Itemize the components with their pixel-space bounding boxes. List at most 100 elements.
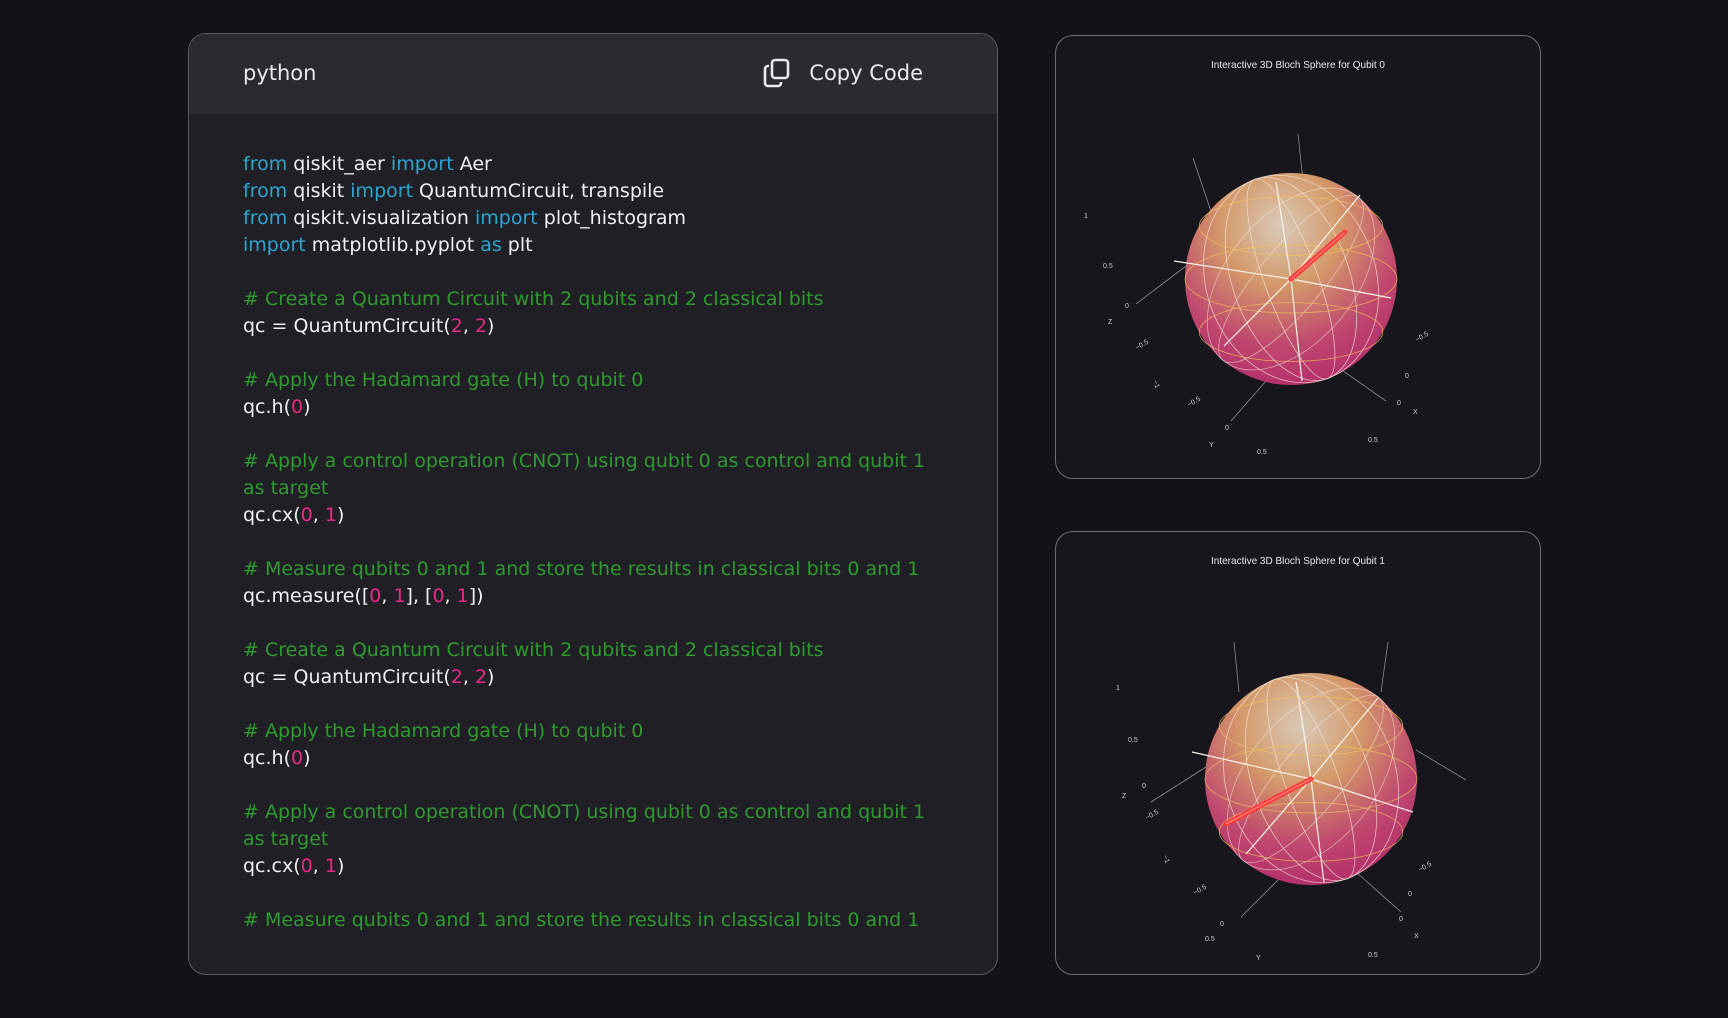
code-comment: # Measure qubits 0 and 1 and store the r… [243, 558, 920, 580]
code-text: ) [487, 666, 495, 688]
tick-label: 0 [1142, 783, 1146, 790]
axis-line [1150, 766, 1207, 803]
tick-label: 0.5 [1368, 437, 1378, 444]
code-number: 0 [432, 585, 445, 607]
code-number: 0 [369, 585, 382, 607]
code-text: qc = QuantumCircuit( [243, 666, 451, 688]
tick-label: 0 [1225, 425, 1229, 432]
axis-line [1380, 641, 1389, 693]
tick-label: −1 [1151, 379, 1160, 389]
code-text: , [462, 315, 475, 337]
tick-label: −1 [1161, 854, 1170, 864]
code-keyword: import [390, 153, 454, 175]
code-line: qc.measure([0, 1], [0, 1]) [243, 583, 933, 610]
code-comment: # Apply the Hadamard gate (H) to qubit 0 [243, 720, 644, 742]
code-number: 2 [474, 666, 488, 688]
code-line: # Apply a control operation (CNOT) using… [243, 799, 933, 853]
tick-label: 0.5 [1103, 263, 1113, 270]
code-text: Aer [453, 153, 492, 175]
tick-label: 1 [1116, 685, 1120, 692]
code-text: qiskit [287, 180, 351, 202]
code-number: 2 [474, 315, 488, 337]
tick-label: 0.5 [1368, 952, 1378, 959]
tick-label: −0.5 [1187, 396, 1203, 409]
code-line: # Create a Quantum Circuit with 2 qubits… [243, 637, 933, 664]
code-keyword: as [480, 234, 502, 256]
code-text: plt [501, 234, 533, 256]
copy-code-button[interactable]: Copy Code [763, 58, 923, 88]
axis-line [1415, 749, 1467, 781]
code-number: 2 [450, 666, 463, 688]
tick-label: −0.5 [1145, 809, 1161, 822]
code-text: qc.cx( [243, 504, 301, 526]
code-line: from qiskit import QuantumCircuit, trans… [243, 178, 933, 205]
code-text: qc.cx( [243, 855, 301, 877]
tick-label: X [1414, 933, 1419, 940]
code-keyword: import [243, 234, 306, 256]
code-keyword: from [243, 207, 288, 229]
code-line: # Apply the Hadamard gate (H) to qubit 0 [243, 367, 933, 394]
bloch-sphere-plot[interactable]: 1 0.5 0 Z −0.5 −1 −0.5 0 0.5 Y 0 0.5 X 0 −0.5 [1056, 532, 1541, 975]
code-number: 1 [324, 855, 337, 877]
tick-label: 0 [1220, 921, 1224, 928]
tick-label: 0 [1408, 891, 1412, 898]
tick-label: 0 [1399, 916, 1403, 923]
code-body[interactable]: from qiskit_aer import Aer from qiskit im… [189, 114, 933, 934]
code-text: ) [336, 855, 345, 877]
code-line: qc.h(0) [243, 745, 933, 772]
tick-label: Z [1122, 793, 1127, 800]
code-line: # Apply the Hadamard gate (H) to qubit 0 [243, 718, 933, 745]
code-text: QuantumCircuit, transpile [413, 180, 665, 202]
code-line: qc.h(0) [243, 394, 933, 421]
code-line: # Apply a control operation (CNOT) using… [243, 448, 933, 502]
code-line: qc.cx(0, 1) [243, 502, 933, 529]
code-line: from qiskit.visualization import plot_hi… [243, 205, 933, 232]
tick-label: 0.5 [1257, 449, 1267, 456]
tick-label: −0.5 [1415, 331, 1431, 344]
code-text: ]) [468, 585, 484, 607]
axis-line [1240, 876, 1282, 918]
code-comment: # Create a Quantum Circuit with 2 qubits… [243, 288, 824, 310]
code-text: ) [487, 315, 495, 337]
code-text: ) [336, 504, 345, 526]
bloch-sphere-card-qubit-1[interactable]: Interactive 3D Bloch Sphere for Qubit 1 … [1055, 531, 1541, 975]
copy-icon [763, 58, 791, 88]
code-line: qc = QuantumCircuit(2, 2) [243, 664, 933, 691]
code-text: , [444, 585, 457, 607]
tick-label: −0.5 [1135, 339, 1151, 352]
code-number: 1 [393, 585, 406, 607]
bloch-sphere-plot[interactable]: 1 0.5 0 Z −0.5 −1 −0.5 0 0.5 Y 0 0.5 X 0 −0.5 [1056, 36, 1541, 479]
code-text: ], [ [405, 585, 433, 607]
code-text: , [381, 585, 394, 607]
bloch-sphere-card-qubit-0[interactable]: Interactive 3D Bloch Sphere for Qubit 0 … [1055, 35, 1541, 479]
code-keyword: import [350, 180, 414, 202]
tick-label: Y [1256, 955, 1261, 962]
tick-label: −0.5 [1418, 861, 1434, 874]
tick-label: Y [1209, 442, 1214, 449]
axis-line [1233, 641, 1240, 693]
axis-line [1335, 365, 1387, 402]
code-text: qc.h( [243, 396, 292, 418]
code-number: 1 [324, 504, 337, 526]
code-line: from qiskit_aer import Aer [243, 151, 933, 178]
axis-line [1230, 380, 1267, 422]
code-text: ) [303, 747, 311, 769]
code-text: , [462, 666, 475, 688]
code-keyword: import [474, 207, 538, 229]
code-text: , [312, 855, 325, 877]
code-line: # Measure qubits 0 and 1 and store the r… [243, 556, 933, 583]
code-line: qc.cx(0, 1) [243, 853, 933, 880]
code-line: # Create a Quantum Circuit with 2 qubits… [243, 286, 933, 313]
code-line: import matplotlib.pyplot as plt [243, 232, 933, 259]
code-number: 1 [456, 585, 469, 607]
code-text: qc.measure([ [243, 585, 370, 607]
code-comment: # Apply a control operation (CNOT) using… [243, 450, 932, 499]
axis-line [1355, 871, 1402, 913]
code-text: matplotlib.pyplot [305, 234, 481, 256]
code-text: qiskit.visualization [287, 207, 475, 229]
